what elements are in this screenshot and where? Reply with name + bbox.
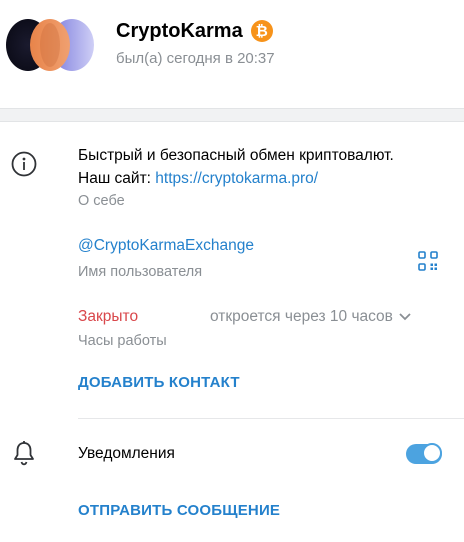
notifications-label: Уведомления — [78, 445, 175, 462]
about-text: Быстрый и безопасный обмен криптовалют. … — [78, 144, 448, 190]
qr-code-icon[interactable] — [418, 251, 438, 271]
divider — [78, 418, 464, 419]
hours-status[interactable]: Закрыто — [78, 308, 138, 326]
hours-opens[interactable]: откроется через 10 часов — [210, 308, 411, 326]
bitcoin-icon: ₿ — [250, 20, 273, 42]
username-link[interactable]: @CryptoKarmaExchange — [78, 237, 254, 255]
section-divider — [0, 108, 464, 122]
hours-caption: Часы работы — [78, 333, 167, 349]
last-seen-status: был(а) сегодня в 20:37 — [116, 50, 275, 67]
toggle-knob — [422, 443, 442, 463]
site-link[interactable]: https://cryptokarma.pro/ — [155, 170, 318, 187]
profile-header: CryptoKarma ₿ был(а) сегодня в 20:37 — [0, 0, 464, 108]
username-caption: Имя пользователя — [78, 264, 203, 280]
about-line: Быстрый и безопасный обмен криптовалют. — [78, 147, 394, 164]
chevron-down-icon — [399, 308, 411, 326]
profile-name: CryptoKarma — [116, 19, 243, 42]
info-icon — [10, 150, 38, 178]
name-row: CryptoKarma ₿ — [116, 18, 273, 44]
bell-icon — [12, 440, 36, 466]
add-contact-button[interactable]: ДОБАВИТЬ КОНТАКТ — [78, 374, 240, 391]
about-caption: О себе — [78, 193, 125, 209]
opens-text: откроется через 10 часов — [210, 308, 393, 325]
send-message-button[interactable]: ОТПРАВИТЬ СООБЩЕНИЕ — [78, 502, 280, 519]
notifications-toggle[interactable] — [406, 443, 442, 464]
site-prefix: Наш сайт: — [78, 170, 156, 187]
about-site-line: Наш сайт: https://cryptokarma.pro/ — [78, 167, 448, 190]
avatar[interactable] — [6, 18, 96, 72]
